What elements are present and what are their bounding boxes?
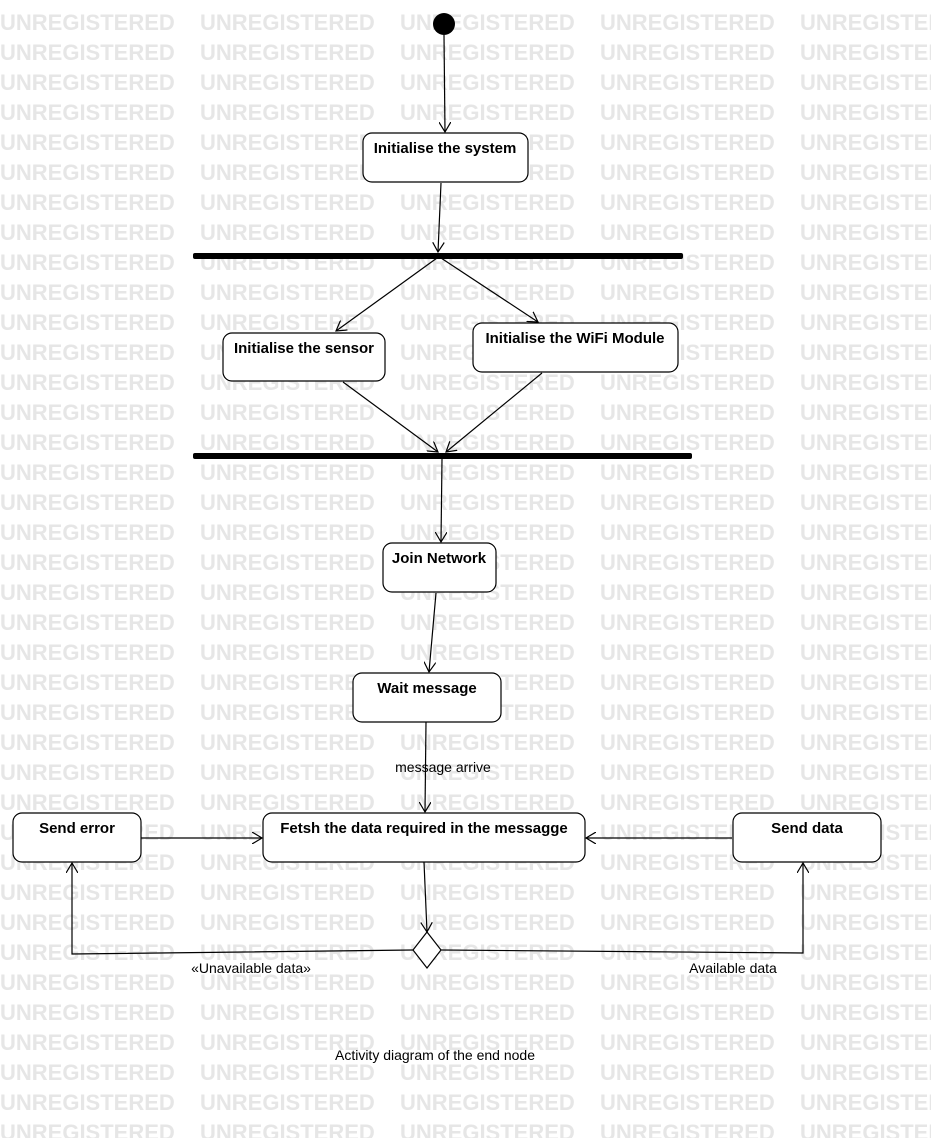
action-wait-message-label: Wait message [377,680,477,697]
initial-node [433,13,455,35]
action-send-data-label: Send data [771,820,843,837]
edge-join-network-to-wait [429,592,437,672]
decision-node [412,931,442,969]
edge-fetch-to-decision [424,861,427,932]
guard-message-arrive: message arrive [395,759,491,775]
action-init-sensor: Initialise the sensor [222,332,386,382]
join-bar [193,453,692,459]
action-send-data: Send data [732,812,882,863]
activity-diagram: Initialise the system Initialise the sen… [12,13,882,1063]
action-init-system-label: Initialise the system [374,140,517,157]
edge-fork-to-init-wifi [440,257,538,322]
action-init-system: Initialise the system [362,132,529,183]
diagram-caption: Activity diagram of the end node [335,1047,535,1063]
action-wait-message: Wait message [352,672,502,723]
edge-join-bar-to-join-network [441,458,442,542]
action-join-network-label: Join Network [392,550,487,567]
action-send-error: Send error [12,812,142,863]
edge-fork-to-init-sensor [336,257,438,331]
action-init-sensor-label: Initialise the sensor [234,340,374,357]
fork-bar [193,253,683,259]
action-join-network: Join Network [382,542,497,593]
edge-start-to-init-system [444,34,445,132]
edge-init-sensor-to-join [342,381,438,452]
action-fetch-data-label: Fetsh the data required in the messagge [280,820,568,837]
guard-available-data: Available data [689,960,777,976]
action-init-wifi: Initialise the WiFi Module [472,322,679,373]
edge-decision-to-send-data [440,863,803,954]
action-fetch-data: Fetsh the data required in the messagge [262,812,586,863]
action-send-error-label: Send error [39,820,115,837]
edge-init-system-to-fork [438,182,441,252]
edge-decision-to-send-error [72,863,414,955]
action-init-wifi-label: Initialise the WiFi Module [485,330,664,347]
edge-init-wifi-to-join [446,372,543,452]
guard-unavailable-data: «Unavailable data» [191,960,311,976]
